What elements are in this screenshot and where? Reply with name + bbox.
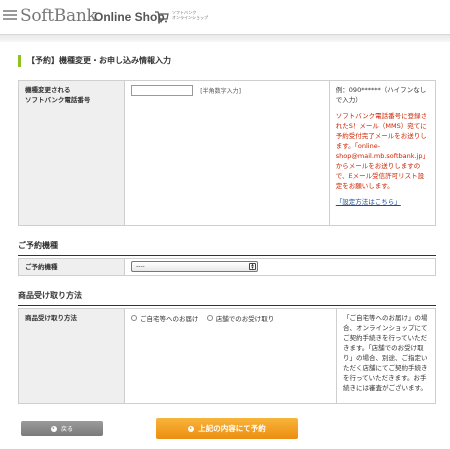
phone-label-line1: 機種変更される [25,86,71,94]
receipt-form: 商品受け取り方法 ご自宅等へのお届け 店舗でのお受け取り 「ご自宅等へのお届け」… [18,308,436,404]
softbank-logo-icon [3,10,17,22]
receipt-note: 「ご自宅等へのお届け」の場合、オンラインショップにてご契約手続きを行っていただき… [336,308,436,404]
phone-input-cell: [半角数字入力] [124,80,330,226]
softbank-logo[interactable]: SoftBank [20,6,97,26]
model-section-title: ご予約機種 [18,240,436,256]
page-title: 【予約】機種変更・お申し込み情報入力 [18,55,171,67]
radio-circle-icon [131,315,137,321]
shop-sub-line2: オンラインショップ [172,15,208,20]
input-hint: [半角数字入力] [200,88,241,95]
phone-example: 例：090******（ハイフンなしで入力） [335,86,427,104]
radio-store-pickup[interactable]: 店舗でのお受け取り [206,313,275,323]
submit-button-label: 上記の内容にて予約 [198,424,266,433]
shopping-cart-icon [155,11,169,23]
online-shop-subtitle: ソフトバンク オンラインショップ [172,10,208,20]
model-form: ご予約機種 ---- ▴ ▾ [18,258,436,276]
arrow-left-icon [50,425,57,432]
phone-notes: 例：090******（ハイフンなしで入力） ソフトバンク電話番号に登録されたS… [328,80,437,226]
model-label: ご予約機種 [18,258,125,276]
email-warning: ソフトバンク電話番号に登録されたS！メール（MMS）宛てに予約受付完了メールをお… [335,112,429,190]
select-arrows-icon: ▴ ▾ [249,263,256,271]
reserve-submit-button[interactable]: 上記の内容にて予約 [156,418,298,439]
back-button-label: 戻る [60,426,73,433]
radio-home-delivery[interactable]: ご自宅等へのお届け [131,313,199,323]
model-select-value: ---- [136,263,145,270]
phone-number-form: 機種変更される ソフトバンク電話番号 [半角数字入力] 例：090******（… [18,80,437,226]
radio-store-label: 店舗でのお受け取り [215,315,275,323]
receipt-section-title: 商品受け取り方法 [18,290,436,306]
back-button[interactable]: 戻る [21,421,103,436]
radio-home-label: ご自宅等へのお届け [140,315,199,323]
model-select[interactable]: ---- ▴ ▾ [131,261,258,272]
arrow-right-icon [188,425,195,432]
settings-link[interactable]: 「設定方法はこちら」 [336,197,429,207]
radio-circle-icon [206,315,213,321]
phone-number-input[interactable] [131,85,193,96]
receipt-options-cell: ご自宅等へのお届け 店舗でのお受け取り [124,308,337,404]
receipt-label: 商品受け取り方法 [18,308,125,404]
header-divider [0,34,450,42]
phone-number-label: 機種変更される ソフトバンク電話番号 [18,80,125,226]
site-header: SoftBank Online Shop ソフトバンク オンラインショップ [0,0,450,34]
model-select-cell: ---- ▴ ▾ [124,258,436,276]
phone-label-line2: ソフトバンク電話番号 [25,96,91,104]
